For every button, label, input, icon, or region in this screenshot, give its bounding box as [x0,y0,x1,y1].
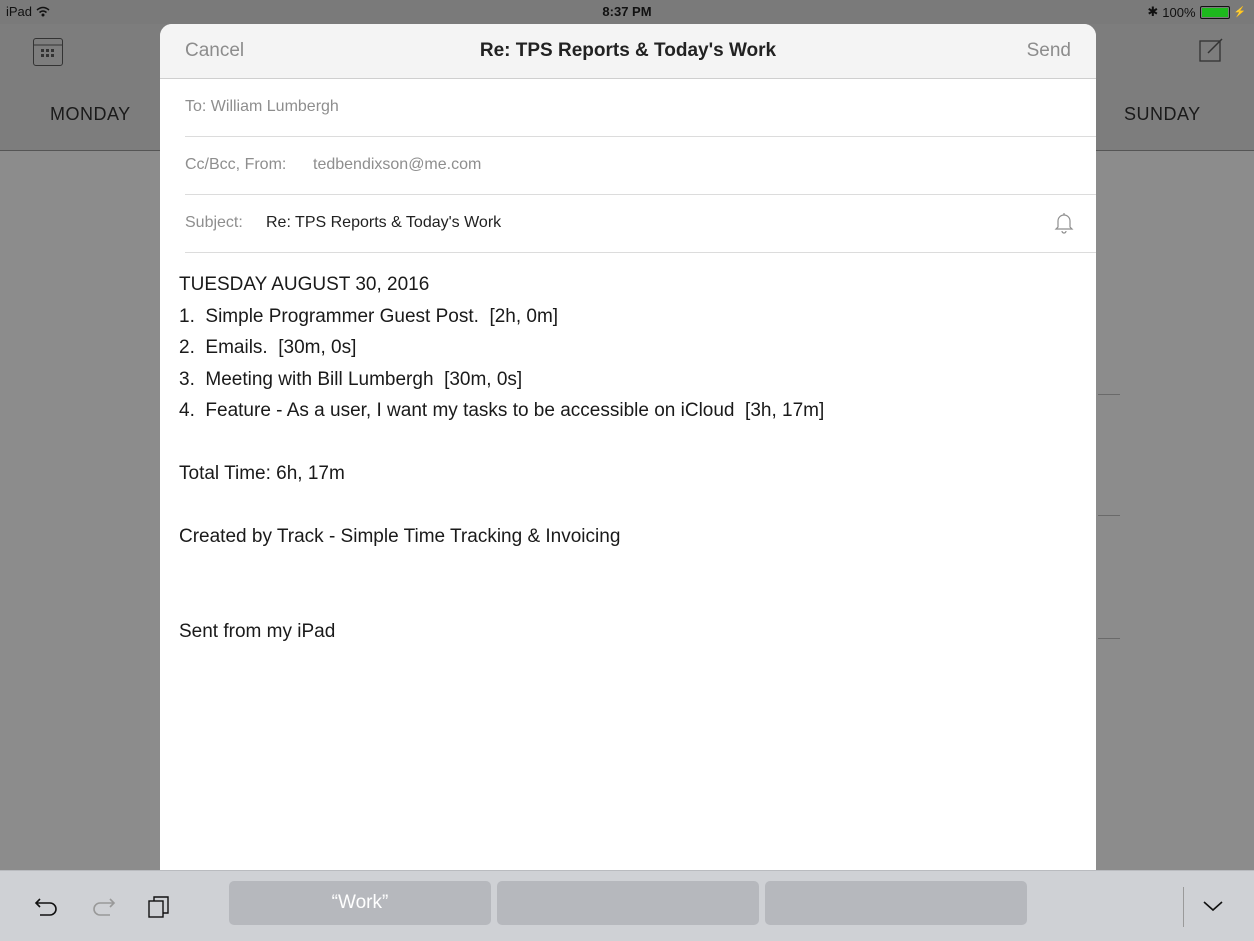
message-body-line: 1. Simple Programmer Guest Post. [2h, 0m… [179,305,559,327]
compose-title: Re: TPS Reports & Today's Work [479,40,777,61]
message-body[interactable]: TUESDAY AUGUST 30, 2016 1. Simple Program… [179,269,824,647]
suggestion-2[interactable] [497,881,759,925]
cc-bcc-from-label: Cc/Bcc, From: [185,156,287,173]
message-body-line [179,584,824,616]
compose-icon[interactable] [1198,37,1224,63]
battery-fill [1201,7,1228,17]
day-sunday: SUNDAY [1124,104,1201,124]
cc-bcc-from-field[interactable]: Cc/Bcc, From: tedbendixson@me.com [185,137,1096,195]
message-body-line: Total Time: 6h, 17m [179,463,345,484]
message-body-line [179,427,824,459]
message-body-line [179,553,824,585]
send-button[interactable]: Send [1027,40,1071,62]
keyboard-divider [1183,887,1184,927]
subject-field[interactable]: Subject: Re: TPS Reports & Today's Work [185,195,1096,253]
battery-percent: 100% [1162,4,1196,20]
to-field[interactable]: To: William Lumbergh [185,79,1096,137]
status-right: ✱ 100% ⚡ [1147,4,1246,20]
message-body-line [179,490,824,522]
compose-nav-bar: Cancel Re: TPS Reports & Today's Work Se… [160,24,1096,79]
suggestion-3[interactable] [765,881,1027,925]
paste-icon[interactable] [146,895,172,919]
charging-icon: ⚡ [1233,6,1246,18]
bluetooth-icon: ✱ [1147,4,1159,19]
message-body-line: 2. Emails. [30m, 0s] [179,337,357,358]
background-divider [1098,638,1120,639]
status-time: 8:37 PM [602,4,652,19]
undo-icon[interactable] [34,895,60,917]
keyboard-shortcut-bar: “Work” [0,870,1254,941]
message-body-line: Created by Track - Simple Time Tracking … [179,526,621,547]
battery-icon [1199,5,1230,19]
message-body-line: TUESDAY AUGUST 30, 2016 [179,274,430,295]
status-bar: iPad 8:37 PM ✱ 100% ⚡ [0,0,1254,24]
subject-value: Re: TPS Reports & Today's Work [266,214,502,231]
day-monday: MONDAY [50,104,131,124]
suggestion-1[interactable]: “Work” [229,881,491,925]
mail-compose-sheet: Cancel Re: TPS Reports & Today's Work Se… [160,24,1096,870]
redo-icon[interactable] [90,895,116,917]
chevron-down-icon[interactable] [1202,899,1224,913]
from-value: tedbendixson@me.com [313,156,482,173]
message-body-line: Sent from my iPad [179,620,336,642]
subject-label: Subject: [185,214,243,231]
to-field-text: To: William Lumbergh [185,98,339,115]
bell-icon[interactable] [1054,212,1074,234]
calendar-icon[interactable] [33,38,63,66]
background-divider [1098,394,1120,395]
background-divider [1098,515,1120,516]
message-body-line: 4. Feature - As a user, I want my tasks … [179,400,825,421]
message-body-line: 3. Meeting with Bill Lumbergh [30m, 0s] [179,368,523,390]
